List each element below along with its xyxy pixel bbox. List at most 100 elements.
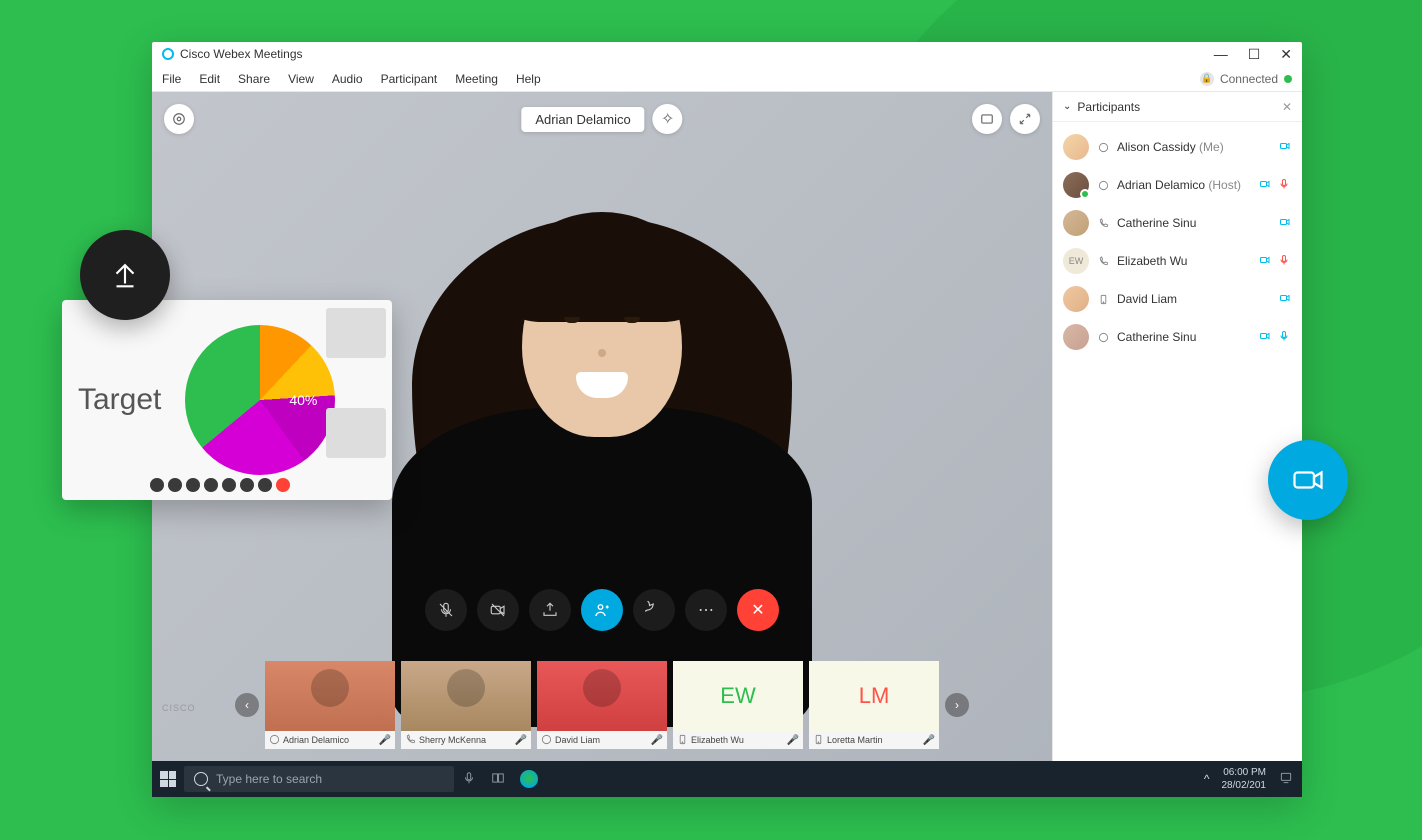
status-dot-icon [1284, 75, 1292, 83]
participant-name: Adrian Delamico (Host) [1117, 178, 1250, 192]
chevron-down-icon: ⌄ [1063, 101, 1071, 112]
status-label: Connected [1220, 72, 1278, 86]
device-type-icon [1097, 141, 1109, 153]
menu-meeting[interactable]: Meeting [455, 72, 498, 86]
thumb-name: David Liam [555, 735, 648, 745]
chat-button[interactable] [633, 589, 675, 631]
camera-icon [1278, 292, 1292, 306]
participant-row[interactable]: EW Elizabeth Wu [1053, 242, 1302, 280]
taskbar-clock[interactable]: 06:00 PM 28/02/201 [1222, 766, 1267, 792]
share-title: Target [78, 383, 161, 417]
filmstrip-thumb[interactable]: EW Elizabeth Wu🎤 [673, 661, 803, 749]
filmstrip-thumb[interactable]: Adrian Delamico🎤 [265, 661, 395, 749]
menu-audio[interactable]: Audio [332, 72, 363, 86]
filmstrip-thumb[interactable]: LM Loretta Martin🎤 [809, 661, 939, 749]
titlebar: Cisco Webex Meetings — ☐ ✕ [152, 42, 1302, 66]
camera-icon [1258, 330, 1272, 344]
camera-icon [1258, 254, 1272, 268]
notifications-icon[interactable] [1278, 771, 1294, 788]
connection-status: 🔒 Connected [1200, 72, 1292, 86]
minimize-button[interactable]: — [1214, 46, 1228, 63]
search-icon [194, 772, 208, 786]
participant-row[interactable]: Catherine Sinu [1053, 204, 1302, 242]
participant-name: Catherine Sinu [1117, 216, 1270, 230]
device-type-icon [1097, 179, 1109, 191]
filmstrip-next-button[interactable]: › [945, 693, 969, 717]
filmstrip-prev-button[interactable]: ‹ [235, 693, 259, 717]
device-type-icon [1097, 331, 1109, 343]
panel-close-button[interactable]: ✕ [1282, 100, 1292, 114]
expand-button[interactable] [1010, 104, 1040, 134]
mic-icon [1278, 178, 1292, 192]
search-placeholder: Type here to search [216, 772, 322, 786]
mic-icon [1278, 254, 1292, 268]
menu-participant[interactable]: Participant [381, 72, 438, 86]
menu-edit[interactable]: Edit [199, 72, 220, 86]
mic-muted-icon: 🎤 [515, 735, 527, 746]
participant-row[interactable]: David Liam [1053, 280, 1302, 318]
start-button[interactable] [160, 771, 176, 787]
panel-header[interactable]: ⌄ Participants ✕ [1053, 92, 1302, 122]
pie-chart [185, 325, 335, 475]
device-type-icon [1097, 255, 1109, 267]
avatar [1063, 134, 1089, 160]
participant-row[interactable]: Adrian Delamico (Host) [1053, 166, 1302, 204]
device-type-icon [677, 734, 688, 747]
active-speaker-pill: Adrian Delamico ✧ [521, 104, 682, 134]
taskbar: Type here to search ^ 06:00 PM 28/02/201 [152, 761, 1302, 797]
share-button[interactable] [529, 589, 571, 631]
thumb-name: Adrian Delamico [283, 735, 376, 745]
menu-share[interactable]: Share [238, 72, 270, 86]
camera-badge[interactable] [1268, 440, 1348, 520]
menu-help[interactable]: Help [516, 72, 541, 86]
camera-icon [1258, 178, 1272, 192]
camera-icon [1278, 216, 1292, 230]
pin-button[interactable]: ✧ [653, 104, 683, 134]
menu-file[interactable]: File [162, 72, 181, 86]
mic-icon [1278, 330, 1292, 344]
watermark: CISCO [162, 703, 196, 713]
window-controls: — ☐ ✕ [1214, 46, 1292, 63]
tray-chevron-icon[interactable]: ^ [1204, 772, 1210, 786]
participant-row[interactable]: Catherine Sinu [1053, 318, 1302, 356]
device-type-icon [813, 734, 824, 747]
app-title: Cisco Webex Meetings [180, 47, 303, 61]
close-button[interactable]: ✕ [1280, 46, 1292, 63]
menubar: File Edit Share View Audio Participant Meeting… [152, 66, 1302, 92]
participants-button[interactable] [581, 589, 623, 631]
participant-name: David Liam [1117, 292, 1270, 306]
device-type-icon [1097, 293, 1109, 305]
webex-taskbar-icon[interactable] [520, 770, 538, 788]
taskbar-search[interactable]: Type here to search [184, 766, 454, 792]
lock-icon: 🔒 [1200, 72, 1214, 86]
menu-view[interactable]: View [288, 72, 314, 86]
cortana-mic-icon[interactable] [462, 771, 476, 788]
participant-row[interactable]: Alison Cassidy (Me) [1053, 128, 1302, 166]
thumb-name: Elizabeth Wu [691, 735, 784, 745]
filmstrip-thumb[interactable]: David Liam🎤 [537, 661, 667, 749]
maximize-button[interactable]: ☐ [1248, 46, 1261, 63]
mic-muted-icon: 🎤 [379, 735, 391, 746]
participants-panel: ⌄ Participants ✕ Alison Cassidy (Me) Adr… [1052, 92, 1302, 761]
thumb-name: Loretta Martin [827, 735, 920, 745]
snapshot-button[interactable] [972, 104, 1002, 134]
task-view-icon[interactable] [490, 771, 506, 788]
mic-muted-icon: 🎤 [923, 735, 935, 746]
avatar: EW [1063, 248, 1089, 274]
speaker-name: Adrian Delamico [521, 107, 644, 132]
share-thumbnails [326, 308, 386, 458]
mic-muted-icon: 🎤 [787, 735, 799, 746]
participant-name: Catherine Sinu [1117, 330, 1250, 344]
camera-icon [1278, 140, 1292, 154]
avatar [1063, 286, 1089, 312]
more-button[interactable]: ⋯ [685, 589, 727, 631]
mute-button[interactable] [425, 589, 467, 631]
stop-video-button[interactable] [477, 589, 519, 631]
participant-name: Elizabeth Wu [1117, 254, 1250, 268]
upload-badge[interactable] [80, 230, 170, 320]
layout-button[interactable] [164, 104, 194, 134]
share-preview-card: Target [62, 300, 392, 500]
end-call-button[interactable]: ✕ [737, 589, 779, 631]
participant-name: Alison Cassidy (Me) [1117, 140, 1270, 154]
filmstrip-thumb[interactable]: Sherry McKenna🎤 [401, 661, 531, 749]
